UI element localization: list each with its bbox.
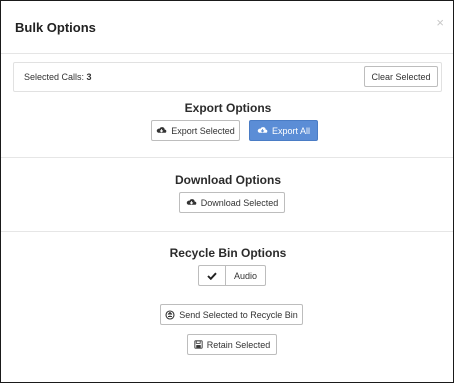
clear-selected-button[interactable]: Clear Selected [364,66,438,87]
retain-selected-label: Retain Selected [206,339,271,350]
export-selected-button[interactable]: Export Selected [151,120,240,141]
export-all-label: Export All [271,125,311,136]
audio-toggle-group: Audio [198,265,266,286]
cloud-download-icon [257,127,268,133]
close-icon[interactable]: × [436,15,444,30]
retain-selected-button[interactable]: Retain Selected [187,334,277,355]
save-icon [194,340,203,349]
modal-header: Bulk Options × [1,1,453,54]
checkmark-icon [207,272,217,280]
recycle-bin-options-title: Recycle Bin Options [169,246,287,260]
audio-toggle-label[interactable]: Audio [226,265,266,286]
export-all-button[interactable]: Export All [249,120,318,141]
export-options-title: Export Options [184,101,272,115]
cloud-download-icon [186,199,197,205]
modal-title: Bulk Options [15,20,96,35]
section-divider [1,231,453,232]
audio-checkbox[interactable] [198,265,226,286]
bulk-options-modal: Bulk Options × Selected Calls: 3 Clear S… [0,0,454,383]
export-selected-label: Export Selected [171,125,235,136]
clear-selected-label: Clear Selected [371,71,431,82]
cloud-download-icon [156,127,167,133]
download-selected-button[interactable]: Download Selected [179,192,285,213]
send-to-recycle-bin-button[interactable]: Send Selected to Recycle Bin [160,304,303,325]
section-divider [1,157,453,158]
selected-calls-text: Selected Calls: [24,72,85,82]
selected-calls-panel: Selected Calls: 3 Clear Selected [13,62,442,92]
download-selected-label: Download Selected [200,197,279,208]
selected-calls-label: Selected Calls: 3 [24,72,92,82]
download-options-title: Download Options [175,173,281,187]
recycle-icon [165,309,175,320]
selected-calls-count: 3 [86,72,92,82]
send-to-recycle-bin-label: Send Selected to Recycle Bin [179,309,298,320]
